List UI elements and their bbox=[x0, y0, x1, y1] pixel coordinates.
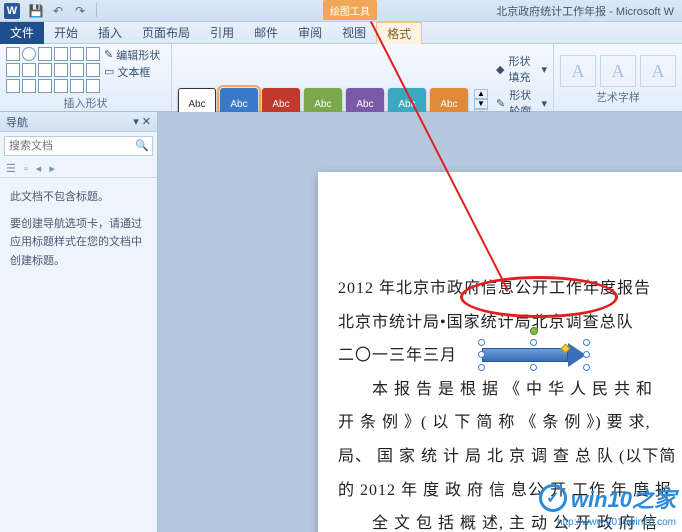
shape-fill-button[interactable]: ◆形状填充▾ bbox=[496, 53, 547, 85]
nav-search: 🔍 bbox=[4, 136, 153, 156]
resize-handle-ml[interactable] bbox=[478, 351, 485, 358]
search-input[interactable] bbox=[4, 136, 153, 156]
watermark-logo-icon: ✓ bbox=[539, 484, 567, 512]
ribbon-group-wordart-styles: A A A 艺术字样 bbox=[554, 44, 682, 111]
resize-handle-mt[interactable] bbox=[530, 339, 537, 346]
dropdown-icon: ▾ bbox=[541, 97, 547, 110]
save-button[interactable]: 💾 bbox=[28, 3, 44, 19]
nav-empty-body: 要创建导航选项卡，请通过应用标题样式在您的文档中创建标题。 bbox=[10, 215, 147, 271]
nav-tab-headings-icon[interactable]: ☰ bbox=[6, 162, 16, 175]
nav-pane-title: 导航 bbox=[6, 114, 28, 130]
title-bar: W 💾 ↶ ↷ 绘图工具 北京政府统计工作年报 - Microsoft W bbox=[0, 0, 682, 22]
gallery-scroll-up[interactable]: ▲ bbox=[474, 89, 488, 99]
tab-home[interactable]: 开始 bbox=[44, 22, 88, 44]
document-area[interactable]: 2012 年北京市政府信息公开工作年度报告 北京市统计局•国家统计局北京调查总队… bbox=[158, 112, 682, 532]
wordart-gallery[interactable]: A A A bbox=[560, 47, 676, 87]
nav-tab-pages-icon[interactable]: ▫ bbox=[24, 163, 28, 175]
dropdown-icon: ▾ bbox=[541, 63, 547, 76]
rotation-handle[interactable] bbox=[530, 327, 538, 335]
doc-line: 局、 国 家 统 计 局 北 京 调 查 总 队 (以下简 bbox=[338, 440, 682, 474]
nav-empty-heading: 此文档不包含标题。 bbox=[10, 188, 147, 207]
resize-handle-tr[interactable] bbox=[583, 339, 590, 346]
wordart-swatch-1[interactable]: A bbox=[560, 55, 596, 87]
redo-button[interactable]: ↷ bbox=[72, 3, 88, 19]
tab-review[interactable]: 审阅 bbox=[288, 22, 332, 44]
edit-shape-button[interactable]: ✎编辑形状 bbox=[104, 47, 160, 62]
tab-mailings[interactable]: 邮件 bbox=[244, 22, 288, 44]
word-app-icon: W bbox=[4, 3, 20, 19]
resize-handle-mr[interactable] bbox=[583, 351, 590, 358]
tab-insert[interactable]: 插入 bbox=[88, 22, 132, 44]
text-box-icon: ▭ bbox=[104, 65, 114, 78]
watermark: ✓ win10之家 http://www.2016win10.com bbox=[539, 482, 676, 514]
group-label-insert-shapes: 插入形状 bbox=[6, 93, 165, 111]
arrow-shape-selected[interactable] bbox=[482, 343, 586, 367]
search-icon[interactable]: 🔍 bbox=[135, 139, 149, 152]
doc-line: 北京市统计局•国家统计局北京调查总队 bbox=[338, 306, 682, 340]
resize-handle-mb[interactable] bbox=[530, 364, 537, 371]
nav-pane-close-icon[interactable]: ▾ ✕ bbox=[133, 115, 151, 128]
text-box-button[interactable]: ▭文本框 bbox=[104, 64, 160, 79]
document-page[interactable]: 2012 年北京市政府信息公开工作年度报告 北京市统计局•国家统计局北京调查总队… bbox=[318, 172, 682, 532]
tab-view[interactable]: 视图 bbox=[332, 22, 376, 44]
resize-handle-tl[interactable] bbox=[478, 339, 485, 346]
watermark-url: http://www.2016win10.com bbox=[557, 517, 676, 528]
undo-button[interactable]: ↶ bbox=[50, 3, 66, 19]
qat-separator bbox=[96, 3, 97, 17]
wordart-swatch-2[interactable]: A bbox=[600, 55, 636, 87]
nav-empty-message: 此文档不包含标题。 要创建导航选项卡，请通过应用标题样式在您的文档中创建标题。 bbox=[0, 178, 157, 281]
shapes-gallery[interactable] bbox=[6, 47, 100, 93]
quick-access-toolbar: 💾 ↶ ↷ bbox=[28, 3, 99, 19]
tab-file[interactable]: 文件 bbox=[0, 22, 44, 44]
workspace: 导航 ▾ ✕ 🔍 ☰ ▫ ◂ ▸ 此文档不包含标题。 要创建导航选项卡，请通过应… bbox=[0, 112, 682, 532]
edit-shape-icon: ✎ bbox=[104, 48, 113, 61]
resize-handle-bl[interactable] bbox=[478, 364, 485, 371]
navigation-pane: 导航 ▾ ✕ 🔍 ☰ ▫ ◂ ▸ 此文档不包含标题。 要创建导航选项卡，请通过应… bbox=[0, 112, 158, 532]
nav-toolbar: ☰ ▫ ◂ ▸ bbox=[0, 160, 157, 178]
ribbon: ✎编辑形状 ▭文本框 插入形状 Abc Abc Abc Abc Abc Abc … bbox=[0, 44, 682, 112]
contextual-tab-drawing-tools: 绘图工具 bbox=[323, 0, 377, 20]
nav-next-icon[interactable]: ▸ bbox=[49, 162, 55, 175]
ribbon-group-insert-shapes: ✎编辑形状 ▭文本框 插入形状 bbox=[0, 44, 172, 111]
window-title: 北京政府统计工作年报 - Microsoft W bbox=[496, 3, 674, 19]
outline-icon: ✎ bbox=[496, 97, 505, 110]
nav-pane-header: 导航 ▾ ✕ bbox=[0, 112, 157, 132]
fill-icon: ◆ bbox=[496, 63, 504, 76]
gallery-scroll-down[interactable]: ▼ bbox=[474, 99, 488, 109]
tab-references[interactable]: 引用 bbox=[200, 22, 244, 44]
watermark-text: win10之家 bbox=[571, 482, 676, 514]
doc-line: 开 条 例 》( 以 下 简 称 《 条 例 》) 要 求, bbox=[338, 406, 682, 440]
wordart-swatch-3[interactable]: A bbox=[640, 55, 676, 87]
tab-format[interactable]: 格式 bbox=[376, 22, 422, 44]
ribbon-tabs: 文件 开始 插入 页面布局 引用 邮件 审阅 视图 格式 bbox=[0, 22, 682, 44]
resize-handle-br[interactable] bbox=[583, 364, 590, 371]
doc-line: 本 报 告 是 根 据 《 中 华 人 民 共 和 bbox=[338, 373, 682, 407]
nav-prev-icon[interactable]: ◂ bbox=[36, 162, 42, 175]
arrow-body bbox=[482, 348, 568, 362]
tab-page-layout[interactable]: 页面布局 bbox=[132, 22, 200, 44]
group-label-wordart: 艺术字样 bbox=[560, 87, 676, 105]
doc-line: 2012 年北京市政府信息公开工作年度报告 bbox=[338, 272, 682, 306]
ribbon-group-shape-styles: Abc Abc Abc Abc Abc Abc Abc ▲ ▼ ▾ ◆形状填充▾… bbox=[172, 44, 554, 111]
